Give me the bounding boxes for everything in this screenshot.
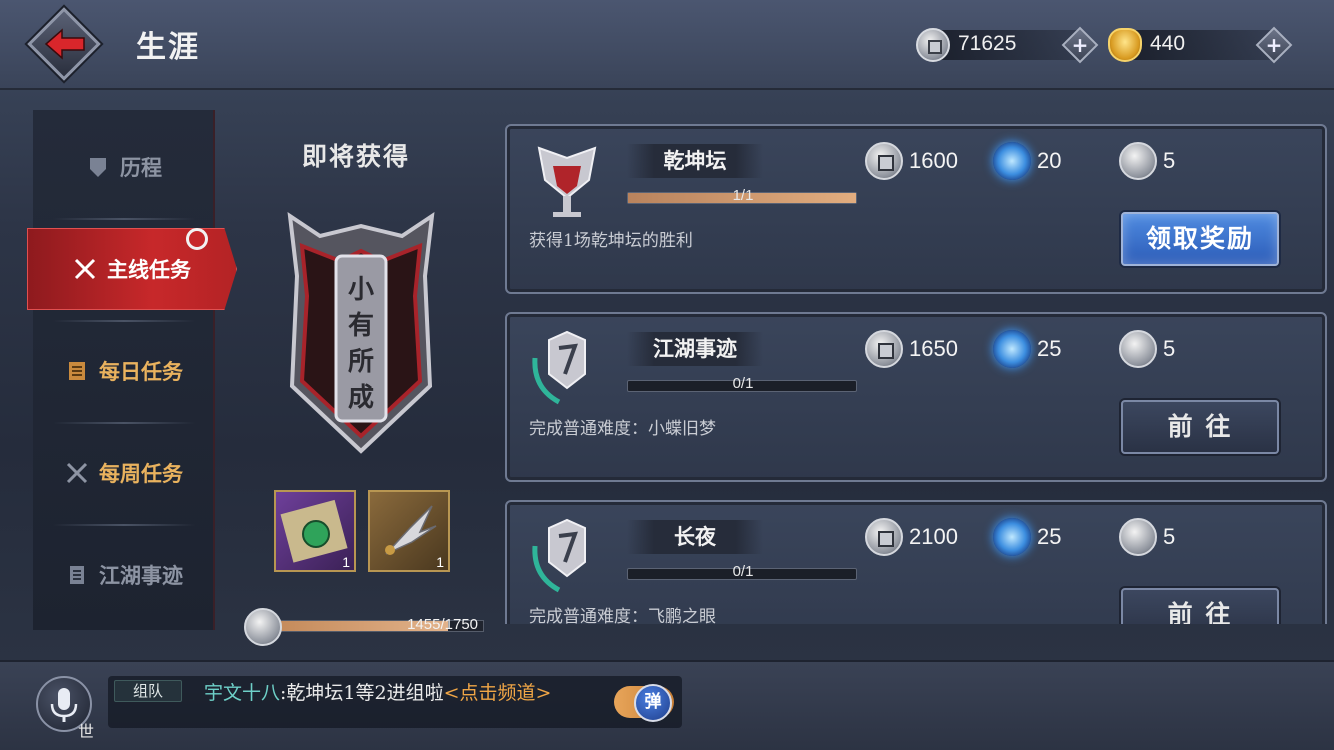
book-icon [70, 566, 84, 584]
sidebar-item-label: 主线任务 [107, 257, 191, 282]
task-description: 完成普通难度：飞鹏之眼 [529, 607, 716, 624]
sidebar-item-history[interactable]: 历程 [33, 126, 215, 208]
svg-text:有: 有 [348, 311, 374, 341]
gold-amount: 440 [1150, 32, 1186, 55]
back-arrow-icon [44, 28, 85, 60]
reward-value: 25 [1037, 524, 1062, 549]
reward-value: 5 [1163, 148, 1176, 173]
divider [53, 524, 195, 526]
task-card: 江湖事迹 0/1 完成普通难度：小蝶旧梦 1650 25 5 前 往 [505, 312, 1327, 482]
reward-value: 5 [1163, 336, 1176, 361]
popup-toggle-knob[interactable]: 弹 [634, 684, 672, 722]
silver-coin-icon [865, 330, 903, 368]
task-card: 长夜 0/1 完成普通难度：飞鹏之眼 2100 25 5 前 往 [505, 500, 1327, 624]
chat-channel-link[interactable]: <点击频道> [444, 682, 552, 704]
chat-message[interactable]: 宇文十八:乾坤坛1等2进组啦<点击频道> [204, 678, 551, 705]
sidebar-item-label: 每日任务 [99, 359, 183, 384]
reward-value: 2100 [909, 524, 958, 549]
career-progress: 1455/1750 [244, 608, 484, 648]
lotus-icon [244, 608, 282, 646]
task-name: 江湖事迹 [627, 332, 763, 366]
svg-text:成: 成 [348, 383, 374, 413]
claim-reward-button[interactable]: 领取奖励 [1121, 212, 1279, 266]
svg-text:小: 小 [348, 275, 374, 305]
reward-value: 1600 [909, 148, 958, 173]
task-progress-text: 0/1 [732, 375, 754, 392]
task-progress-bar: 1/1 [627, 187, 857, 204]
trophy-icon [537, 146, 597, 217]
reward-value: 5 [1163, 524, 1176, 549]
silver-amount: 71625 [958, 32, 1017, 55]
task-progress-bar: 0/1 [627, 563, 857, 580]
chat-channel-tag: 组队 [114, 680, 182, 702]
feather-shield-icon [532, 330, 586, 405]
scroll-icon [69, 362, 85, 380]
task-card: 乾坤坛 1/1 获得1场乾坤坛的胜利 1600 20 5 领取奖励 [505, 124, 1327, 294]
exp-orb-icon [993, 518, 1031, 556]
reward-item-scroll[interactable]: 1 [274, 490, 356, 572]
chat-text: :乾坤坛1等2进组啦 [280, 682, 444, 704]
exp-orb-icon [993, 330, 1031, 368]
silver-coin-icon [865, 142, 903, 180]
go-button[interactable]: 前 往 [1121, 400, 1279, 454]
task-description: 完成普通难度：小蝶旧梦 [529, 419, 716, 439]
task-description: 获得1场乾坤坛的胜利 [529, 231, 693, 251]
sidebar-item-weekly-quest[interactable]: 每周任务 [33, 432, 215, 514]
task-progress-bar: 0/1 [627, 375, 857, 392]
go-button[interactable]: 前 往 [1121, 588, 1279, 624]
crossed-blades-icon [74, 258, 96, 280]
task-progress-text: 0/1 [732, 563, 754, 580]
sidebar-item-jianghu[interactable]: 江湖事迹 [33, 534, 215, 616]
exp-orb-icon [993, 142, 1031, 180]
task-progress-text: 1/1 [732, 187, 754, 204]
sidebar-item-daily-quest[interactable]: 每日任务 [33, 330, 215, 412]
lotus-icon [1119, 142, 1157, 180]
gold-ingot-icon [1108, 28, 1142, 62]
sidebar: 历程 主线任务 每日任务 每周任务 江湖事迹 [27, 110, 237, 630]
lotus-icon [1119, 518, 1157, 556]
lotus-icon [1119, 330, 1157, 368]
reward-value: 20 [1037, 148, 1062, 173]
reward-value: 1650 [909, 336, 958, 361]
item-count: 1 [342, 554, 350, 570]
task-list[interactable]: 乾坤坛 1/1 获得1场乾坤坛的胜利 1600 20 5 领取奖励 江湖事迹 0 [505, 124, 1327, 624]
chat-sender[interactable]: 宇文十八 [204, 682, 280, 704]
rank-emblem-icon: 小 有 所 成 [287, 211, 435, 454]
reward-value: 25 [1037, 336, 1062, 361]
svg-text:所: 所 [348, 347, 374, 377]
divider [53, 218, 195, 220]
notification-dot [186, 228, 208, 250]
item-count: 1 [436, 554, 444, 570]
silver-coin-icon [865, 518, 903, 556]
divider [53, 320, 195, 322]
world-channel-label: 世 [78, 722, 95, 741]
sidebar-item-label: 每周任务 [99, 461, 183, 486]
divider [53, 422, 195, 424]
sidebar-item-label: 江湖事迹 [99, 563, 183, 588]
task-name: 乾坤坛 [627, 144, 763, 178]
page-title: 生涯 [136, 30, 200, 65]
career-progress-text: 1455/1750 [407, 616, 478, 633]
feather-shield-icon [532, 518, 586, 593]
shield-icon [90, 158, 106, 177]
crossed-blades-icon [66, 462, 88, 484]
upcoming-title: 即将获得 [302, 142, 411, 171]
silver-coin-icon [916, 28, 950, 62]
task-name: 长夜 [627, 520, 763, 554]
reward-item-dart[interactable]: 1 [368, 490, 450, 572]
sidebar-item-label: 历程 [120, 155, 162, 180]
